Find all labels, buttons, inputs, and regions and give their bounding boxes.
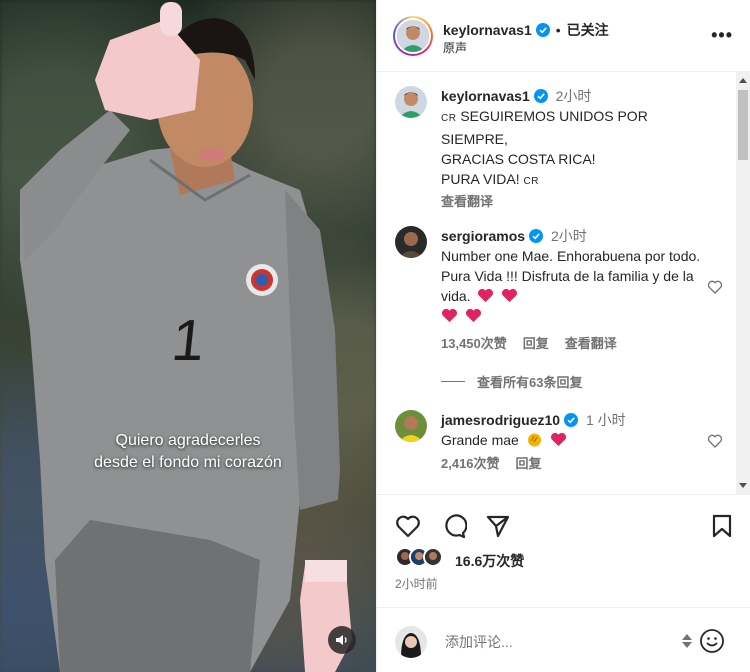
more-options-button[interactable]: ••• <box>711 26 733 44</box>
author-avatar <box>395 18 431 54</box>
add-comment-bar <box>377 607 750 672</box>
like-heart-icon[interactable] <box>395 513 421 539</box>
comment-avatar[interactable] <box>395 410 427 442</box>
jersey-number: 1 <box>169 308 208 373</box>
emoji-picker-icon[interactable] <box>699 628 725 654</box>
caption-time: 2小时 <box>555 88 592 104</box>
like-comment-heart-icon[interactable] <box>707 433 723 449</box>
sort-arrows-icon[interactable] <box>681 632 693 650</box>
subtitle-line-1: Quiero agradecerles <box>115 432 261 449</box>
comment-item: sergioramos 2小时 Number one Mae. Enhorabu… <box>441 226 711 354</box>
subtitle-line-2: desde el fondo mi corazón <box>94 454 282 471</box>
scrollbar-thumb[interactable] <box>738 90 748 160</box>
following-button[interactable]: 已关注 <box>567 20 609 40</box>
red-heart-emoji-icon <box>550 432 566 446</box>
post-header: keylornavas1 • 已关注 原声 ••• <box>377 0 750 72</box>
caption-username-row: keylornavas1 <box>441 86 548 106</box>
video-player[interactable]: 1 Quiero agradecerles desde el fondo mi … <box>0 0 376 672</box>
comment-bubble-icon[interactable] <box>441 513 467 539</box>
video-subtitle: Quiero agradecerles desde el fondo mi co… <box>0 430 376 474</box>
red-heart-emoji-icon <box>465 308 481 322</box>
instagram-post-dialog: 1 Quiero agradecerles desde el fondo mi … <box>0 0 750 672</box>
verified-icon <box>564 413 579 427</box>
caption-author-avatar[interactable] <box>395 86 427 118</box>
comment-translate-link[interactable]: 查看翻译 <box>565 334 617 354</box>
caption-text: CR SEGUIREMOS UNIDOS POR SIEMPRE, GRACIA… <box>441 106 711 192</box>
post-side-panel: keylornavas1 • 已关注 原声 ••• keylornavas1 2… <box>376 0 750 672</box>
verified-icon <box>535 23 550 37</box>
scroll-down-arrow-icon[interactable] <box>739 483 747 488</box>
caption-username[interactable]: keylornavas1 <box>441 86 530 106</box>
view-replies-label: 查看所有63条回复 <box>477 375 583 390</box>
scroll-up-arrow-icon[interactable] <box>739 78 747 83</box>
red-heart-emoji-icon <box>478 288 494 302</box>
save-bookmark-icon[interactable] <box>709 513 735 539</box>
caption-translate-link[interactable]: 查看翻译 <box>441 192 711 212</box>
comment-time: 1 小时 <box>585 412 626 428</box>
comment-time: 2小时 <box>550 228 587 244</box>
cr-flag-icon: CR <box>523 176 539 187</box>
more-icon: ••• <box>711 25 733 45</box>
caption-line-2: GRACIAS COSTA RICA! <box>441 151 596 167</box>
header-author-row: keylornavas1 • 已关注 <box>443 20 609 40</box>
author-avatar-ring[interactable] <box>393 16 433 56</box>
post-caption: keylornavas1 2小时 CR SEGUIREMOS UNIDOS PO… <box>441 86 711 212</box>
original-audio-link[interactable]: 原声 <box>443 39 467 56</box>
comments-scrollbar[interactable] <box>736 72 750 494</box>
replies-divider <box>441 381 465 382</box>
author-username[interactable]: keylornavas1 <box>443 22 532 38</box>
red-heart-emoji-icon <box>502 288 518 302</box>
comment-username-row: jamesrodriguez10 <box>441 410 579 430</box>
liked-by-avatars[interactable] <box>395 547 443 567</box>
verified-icon <box>533 89 548 103</box>
comment-username[interactable]: sergioramos <box>441 226 525 246</box>
speaker-icon <box>336 635 347 645</box>
comment-avatar[interactable] <box>395 226 427 258</box>
current-user-avatar <box>395 626 427 658</box>
cr-flag-icon: CR <box>441 113 457 124</box>
clapping-hands-emoji-icon <box>527 433 541 447</box>
likes-count[interactable]: 16.6万次赞 <box>455 551 524 571</box>
comment-meta: 13,450次赞 回复 查看翻译 <box>441 334 711 354</box>
comments-list[interactable]: keylornavas1 2小时 CR SEGUIREMOS UNIDOS PO… <box>377 72 737 494</box>
liker-avatar <box>423 547 443 567</box>
view-replies-button[interactable]: 查看所有63条回复 <box>441 372 582 391</box>
comment-likes[interactable]: 2,416次赞 <box>441 454 500 474</box>
caption-line-3: PURA VIDA! <box>441 171 524 187</box>
post-timestamp[interactable]: 2小时前 <box>395 575 438 592</box>
mute-toggle-button[interactable] <box>328 626 356 654</box>
caption-line-1: SEGUIREMOS UNIDOS POR SIEMPRE, <box>441 108 648 147</box>
comment-reply-button[interactable]: 回复 <box>523 334 549 354</box>
post-actions: 16.6万次赞 2小时前 <box>377 494 750 672</box>
comment-text-wrap: Grande mae <box>441 430 711 450</box>
comment-text-wrap: Number one Mae. Enhorabuena por todo. Pu… <box>441 246 711 326</box>
comment-item: jamesrodriguez10 1 小时 Grande mae 2,416次赞… <box>441 410 711 474</box>
comment-username-row: sergioramos <box>441 226 544 246</box>
comment-likes[interactable]: 13,450次赞 <box>441 334 507 354</box>
share-paper-plane-icon[interactable] <box>485 513 511 539</box>
comment-text: Grande mae <box>441 432 519 448</box>
comment-reply-button[interactable]: 回复 <box>516 454 542 474</box>
goalkeeper-figure: 1 <box>20 2 352 672</box>
red-heart-emoji-icon <box>441 308 458 322</box>
like-comment-heart-icon[interactable] <box>707 279 723 295</box>
verified-icon <box>529 229 544 243</box>
header-separator: • <box>555 22 561 38</box>
comment-meta: 2,416次赞 回复 <box>441 454 711 474</box>
comment-username[interactable]: jamesrodriguez10 <box>441 410 560 430</box>
add-comment-input[interactable] <box>445 630 645 654</box>
